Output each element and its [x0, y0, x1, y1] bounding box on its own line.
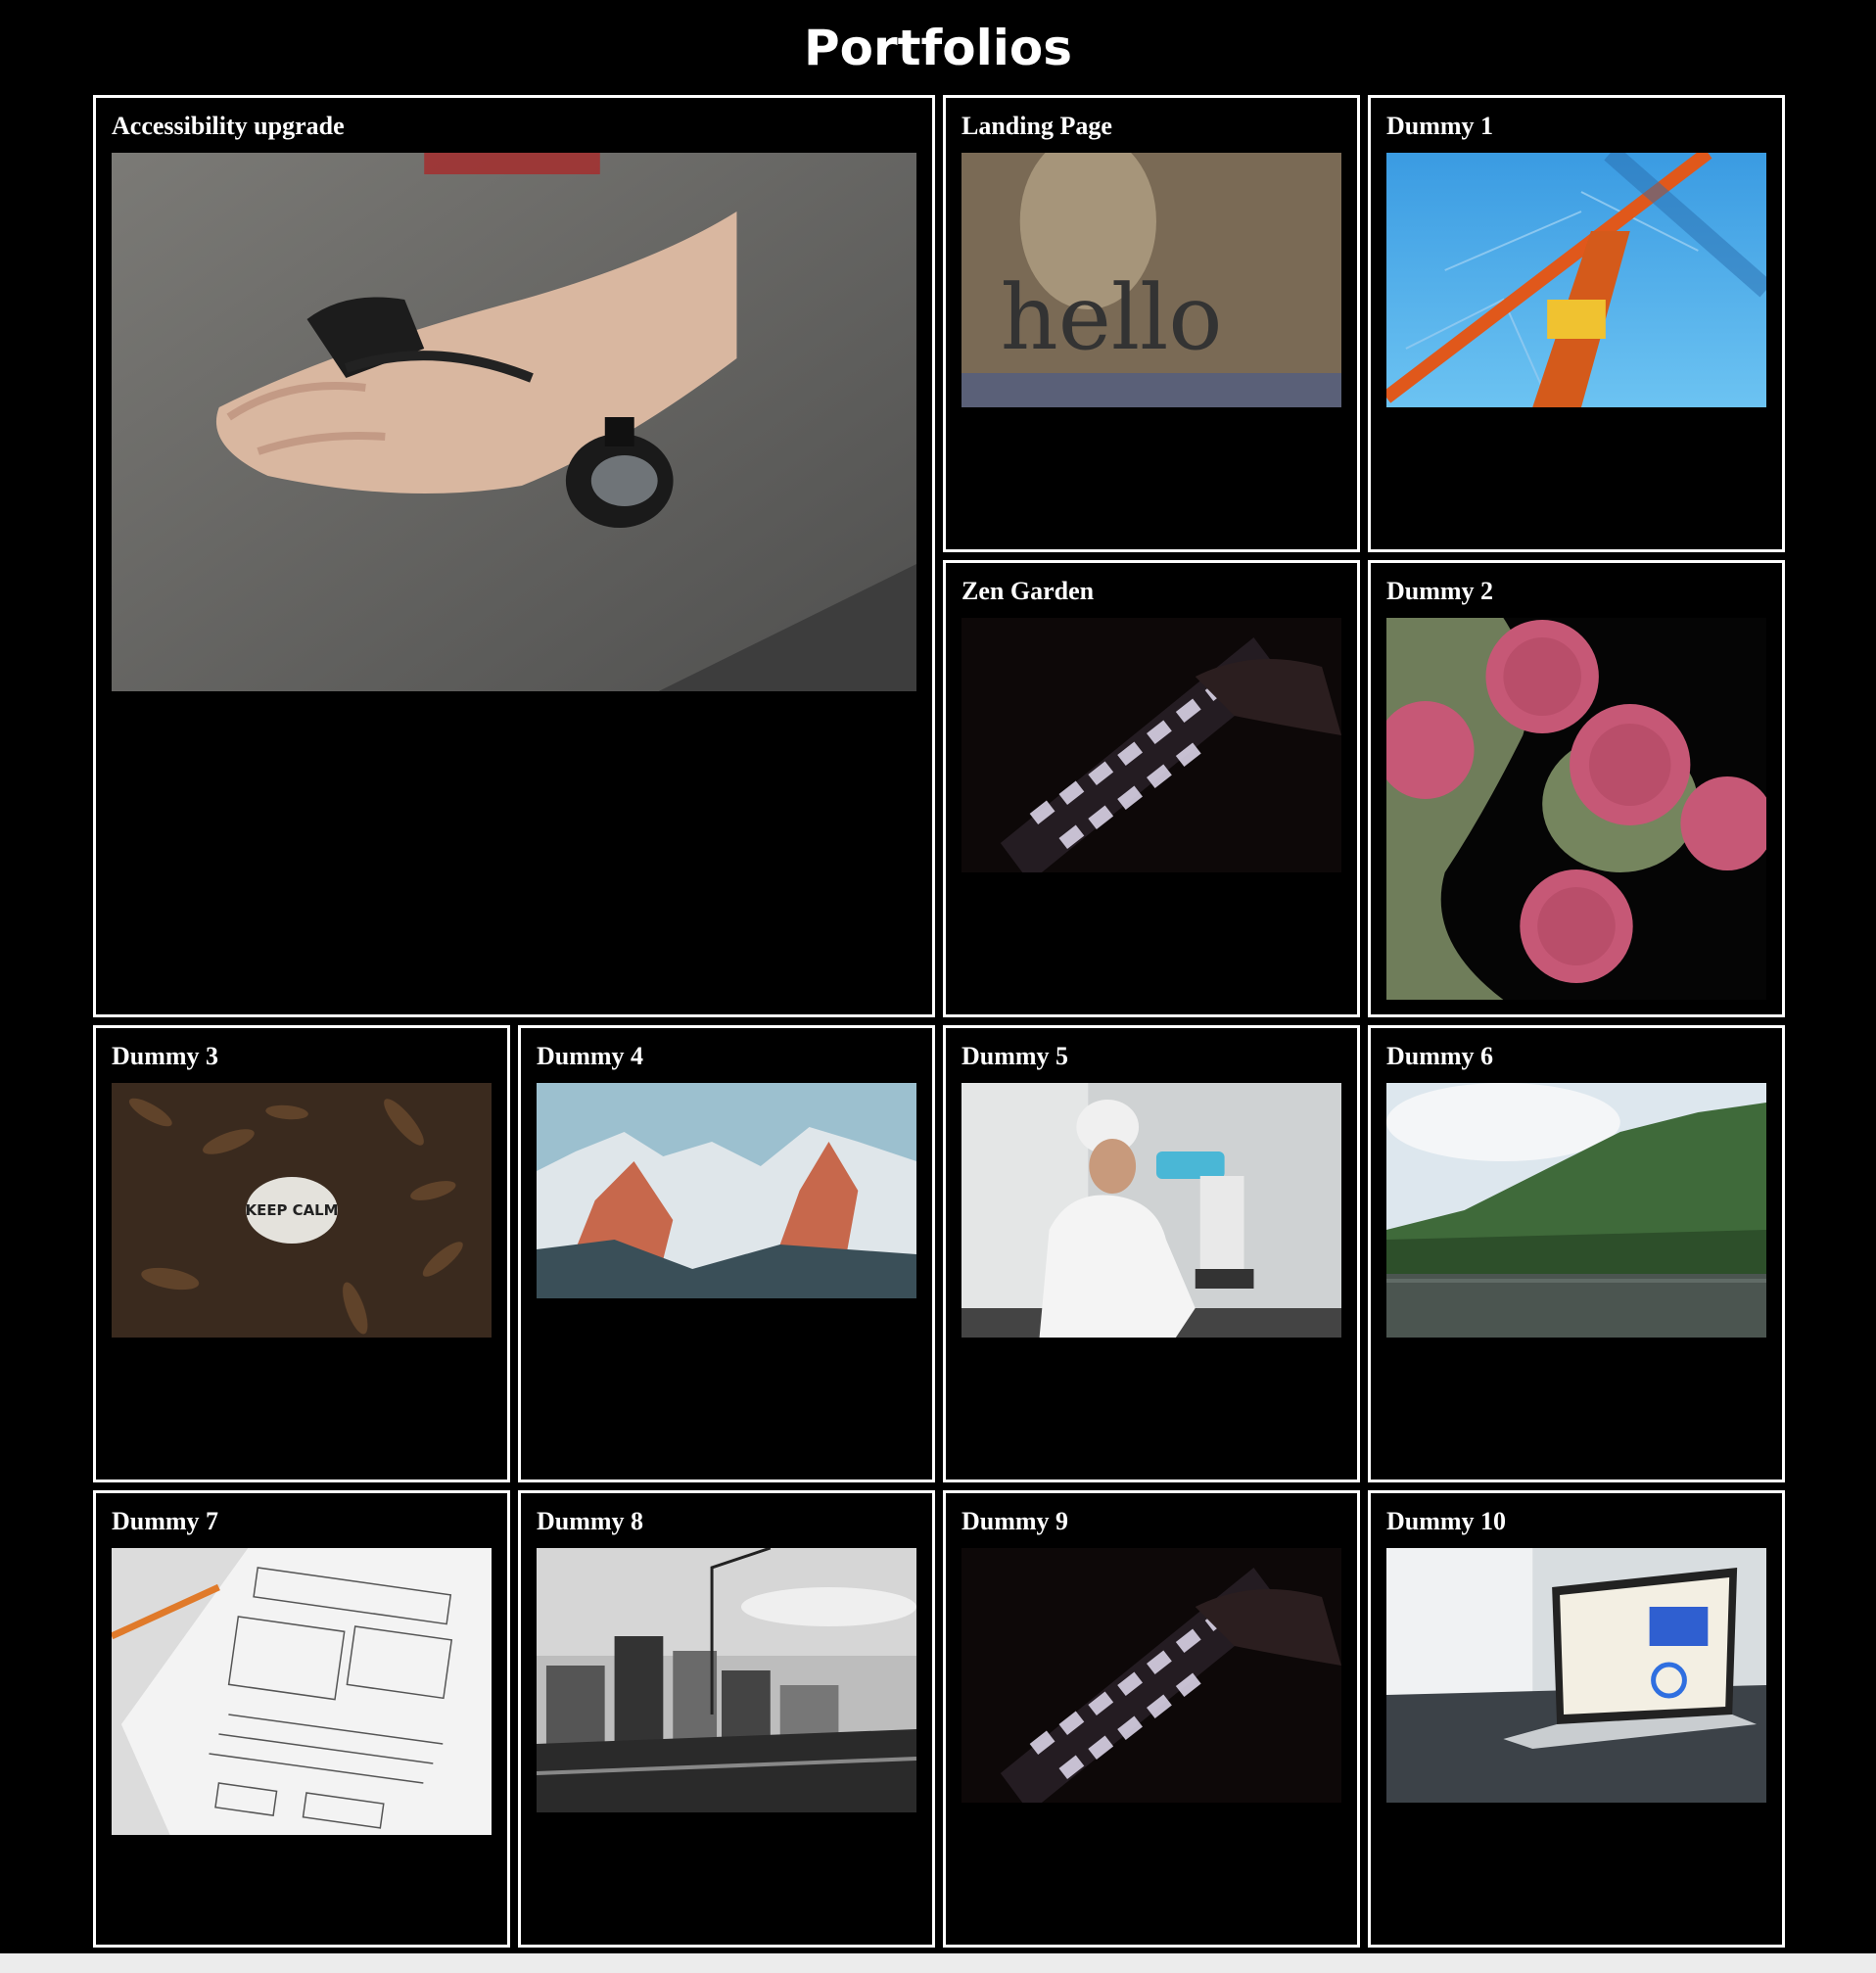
portfolio-card-dummy-8[interactable]: Dummy 8 [518, 1490, 935, 1948]
portfolio-card-dummy-2[interactable]: Dummy 2 [1368, 560, 1785, 1017]
backlit-keyboard-photo [961, 618, 1341, 872]
portfolio-card-dummy-9[interactable]: Dummy 9 [943, 1490, 1360, 1948]
portfolio-title: Dummy 10 [1386, 1507, 1507, 1535]
portfolio-title: Dummy 6 [1386, 1042, 1494, 1070]
keep-calm-rock-photo: KEEP CALM [112, 1083, 492, 1338]
portfolio-card-accessibility-upgrade[interactable]: Accessibility upgrade [93, 95, 935, 1017]
portfolio-card-dummy-7[interactable]: Dummy 7 [93, 1490, 510, 1948]
portfolio-card-zen-garden[interactable]: Zen Garden [943, 560, 1360, 1017]
rock-text: KEEP CALM [246, 1201, 339, 1219]
page-title: Portfolios [803, 20, 1073, 76]
portfolio-title: Dummy 4 [537, 1042, 644, 1070]
microscopic-cells-photo [1386, 618, 1766, 1000]
portfolio-title: Dummy 8 [537, 1507, 644, 1535]
portfolio-card-dummy-5[interactable]: Dummy 5 [943, 1025, 1360, 1482]
hello-doormat-photo: hello [961, 153, 1341, 407]
portfolio-card-dummy-1[interactable]: Dummy 1 [1368, 95, 1785, 552]
portfolio-title: Dummy 5 [961, 1042, 1069, 1070]
portfolio-title: Landing Page [961, 112, 1112, 140]
portfolio-title: Dummy 2 [1386, 577, 1494, 605]
horizontal-scrollbar[interactable] [0, 1953, 1876, 1973]
city-construction-bw-photo [537, 1548, 916, 1812]
portfolio-title: Zen Garden [961, 577, 1095, 605]
portfolio-title: Dummy 7 [112, 1507, 219, 1535]
portfolio-card-dummy-3[interactable]: Dummy 3 KEEP CALM [93, 1025, 510, 1482]
portfolio-card-dummy-10[interactable]: Dummy 10 [1368, 1490, 1785, 1948]
portfolio-card-dummy-4[interactable]: Dummy 4 [518, 1025, 935, 1482]
scientist-microscope-photo [961, 1083, 1341, 1338]
construction-crane-photo [1386, 153, 1766, 407]
laptop-dashboard-photo [1386, 1548, 1766, 1803]
portfolio-title: Accessibility upgrade [112, 112, 345, 140]
portfolio-grid: Accessibility upgrade Landing Page hello… [93, 95, 1785, 1948]
portfolio-title: Dummy 3 [112, 1042, 219, 1070]
hand-wearable-ring-photo [112, 153, 916, 691]
backlit-keyboard-photo [961, 1548, 1341, 1803]
portfolio-card-dummy-6[interactable]: Dummy 6 [1368, 1025, 1785, 1482]
doormat-text: hello [1001, 265, 1223, 370]
portfolio-card-landing-page[interactable]: Landing Page hello [943, 95, 1360, 552]
portfolio-title: Dummy 9 [961, 1507, 1069, 1535]
portfolio-title: Dummy 1 [1386, 112, 1494, 140]
wireframe-sketch-photo [112, 1548, 492, 1835]
forest-lake-photo [1386, 1083, 1766, 1338]
snowy-mountains-photo [537, 1083, 916, 1298]
